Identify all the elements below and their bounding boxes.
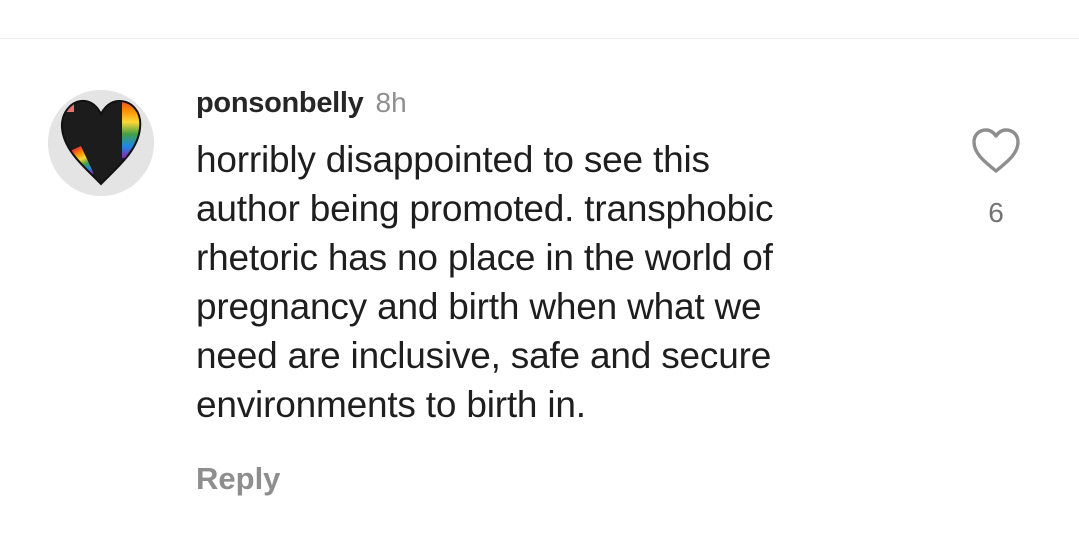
comment-text-line: need are inclusive, safe and secure [196, 335, 772, 376]
comment-content: ponsonbelly 8h horribly disappointed to … [196, 87, 916, 429]
comment-text-line: environments to birth in. [196, 384, 586, 425]
comment-text-line: horribly disappointed to see this [196, 139, 710, 180]
avatar[interactable] [48, 90, 154, 196]
comment-text: horribly disappointed to see this author… [196, 135, 916, 429]
comment-meta: ponsonbelly 8h [196, 87, 916, 125]
comment-item: ponsonbelly 8h horribly disappointed to … [0, 39, 1079, 538]
heart-outline-icon [972, 128, 1020, 173]
timestamp: 8h [375, 87, 407, 118]
like-count: 6 [988, 197, 1004, 228]
comment-text-line: pregnancy and birth when what we [196, 286, 762, 327]
comment-text-line: author being promoted. transphobic [196, 188, 774, 229]
username[interactable]: ponsonbelly [196, 87, 364, 120]
comment-text-line: rhetoric has no place in the world of [196, 237, 773, 278]
rainbow-heart-avatar-icon [48, 90, 154, 196]
like-button[interactable] [970, 127, 1022, 175]
reply-button[interactable]: Reply [196, 461, 280, 497]
